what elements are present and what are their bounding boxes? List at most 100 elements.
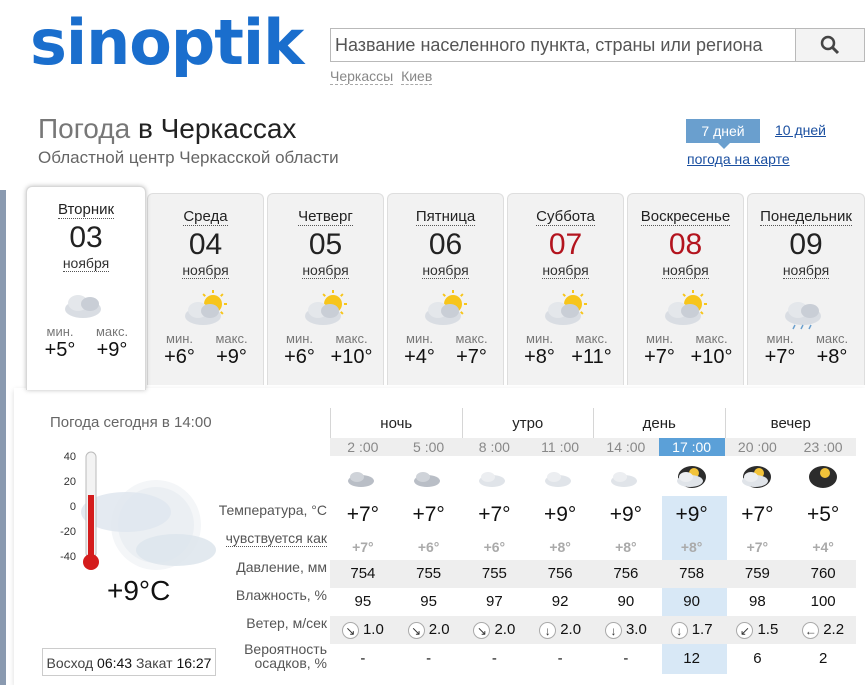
wind-cell: ↓ 3.0 (593, 616, 659, 644)
wind-row: ↘ 1.0 ↘ 2.0 ↘ 2.0 ↓ 2.0 ↓ 3.0 ↓ 1.7 ↙ 1.5 ← 2.2 (330, 616, 856, 644)
wind-direction-icon: ↘ (341, 621, 359, 639)
cloudy-icon (59, 283, 113, 323)
rain-icon (779, 290, 833, 330)
wind-speed: 2.0 (428, 621, 450, 638)
max-temp: макс. +10° (330, 331, 373, 369)
day-number: 03 (69, 221, 103, 254)
day-number: 07 (548, 228, 583, 261)
scale-label: -20 (60, 526, 76, 538)
wind-speed: 1.5 (757, 621, 779, 638)
day-tab-09[interactable]: Понедельник 09 ноября мин. +7° макс. +8° (747, 193, 865, 385)
scale-label: 20 (64, 476, 76, 488)
row-label-temperature: Температура, °С (218, 502, 327, 518)
humidity-cell: 95 (420, 593, 437, 610)
quick-link-cherkasy[interactable]: Черкассы (330, 68, 394, 85)
partly-cloudy-icon (179, 290, 233, 330)
search-button[interactable] (795, 29, 864, 61)
wind-cell: ↘ 2.0 (462, 616, 528, 644)
day-month: ноября (542, 262, 589, 279)
humidity-cell: 97 (486, 593, 503, 610)
day-tab-07[interactable]: Суббота 07 ноября мин. +8° макс. +11° (507, 193, 624, 385)
wind-cell: ↓ 1.7 (659, 616, 725, 644)
min-temp: мин. +4° (404, 331, 435, 369)
pressure-cell: 756 (547, 565, 573, 582)
row-label-feels-like[interactable]: чувствуется как (225, 530, 327, 547)
wind-direction-icon: ↓ (539, 621, 557, 639)
temp-cell: +9° (543, 503, 577, 526)
search-icon (820, 35, 840, 55)
day-month: ноября (662, 262, 709, 279)
day-tab-05[interactable]: Четверг 05 ноября мин. +6° макс. +10° (267, 193, 384, 385)
wind-cell: ↙ 1.5 (725, 616, 791, 644)
hour-cell: 8 :00 (478, 439, 510, 455)
humidity-cell: 90 (683, 593, 700, 610)
overcast-icon (396, 458, 462, 496)
scale-label: 0 (70, 501, 76, 513)
period-label: вечер (724, 408, 857, 438)
day-tab-06[interactable]: Пятница 06 ноября мин. +4° макс. +7° (387, 193, 504, 385)
pressure-cell: 755 (416, 565, 442, 582)
wind-speed: 3.0 (625, 621, 647, 638)
precip-cell: 6 (753, 650, 762, 667)
precip-label-line1: Вероятность (244, 641, 327, 657)
pressure-cell: 760 (810, 565, 836, 582)
precip-cell: 2 (818, 650, 828, 667)
temp-cell: +7° (741, 503, 774, 526)
temp-cell: +7° (478, 503, 511, 526)
feels-cell: +8° (615, 539, 637, 555)
partly-cloudy-icon (659, 290, 713, 330)
tab-7-days[interactable]: 7 дней (686, 119, 760, 149)
day-name: Пятница (415, 208, 476, 226)
tab-10-days[interactable]: 10 дней (775, 122, 826, 138)
day-tab-03[interactable]: Вторник 03 ноября мин. +5° макс. +9° (26, 186, 146, 390)
max-temp: макс. +8° (815, 331, 849, 369)
sunrise-time: 06:43 (97, 655, 133, 671)
page-title: Погода в Черкассах (38, 113, 296, 145)
wind-direction-icon: ↓ (670, 621, 688, 639)
icons-row (330, 458, 856, 496)
current-temperature: +9°C (107, 575, 171, 606)
min-temp: мин. +7° (644, 331, 675, 369)
pressure-cell: 756 (613, 565, 639, 582)
day-number: 09 (789, 228, 823, 261)
pressure-cell: 754 (350, 565, 376, 582)
weather-cloud-sun-image (81, 480, 216, 570)
day-number: 05 (308, 228, 343, 261)
sunrise-sunset: Восход 06:43 Закат 16:27 (42, 648, 216, 676)
day-tab-04[interactable]: Среда 04 ноября мин. +6° макс. +9° (147, 193, 264, 385)
day-number: 04 (188, 228, 223, 261)
cloudy-icon (527, 458, 593, 496)
humidity-cell: 92 (551, 593, 569, 610)
day-tab-08[interactable]: Воскресенье 08 ноября мин. +7° макс. +10° (627, 193, 744, 385)
pressure-cell: 759 (744, 565, 770, 582)
day-number: 06 (428, 228, 463, 261)
search-input[interactable] (331, 29, 795, 61)
feels-cell: +4° (812, 539, 834, 555)
temperature-row: +7° +7° +7° +9° +9° +9° +7° +5° (330, 496, 856, 534)
min-temp: мин. +6° (164, 331, 195, 369)
min-temp: мин. +7° (764, 331, 796, 369)
period-row: ночь утро день вечер (330, 408, 856, 438)
sinoptik-logo[interactable]: sinoptik (30, 8, 304, 78)
hour-cell: 14 :00 (606, 439, 646, 455)
temp-cell: +9° (675, 503, 708, 526)
precip-cell: - (491, 650, 497, 667)
temp-cell: +9° (609, 503, 643, 526)
max-temp: макс. +7° (455, 331, 488, 369)
pressure-cell: 758 (679, 565, 705, 582)
wind-cell: ↘ 2.0 (396, 616, 462, 644)
day-name: Воскресенье (640, 208, 731, 226)
pressure-cell: 755 (481, 565, 507, 582)
pressure-row: 754 755 755 756 756 758 759 760 (330, 560, 856, 588)
day-name: Понедельник (760, 208, 852, 226)
quick-link-kyiv[interactable]: Киев (401, 68, 433, 85)
sunset-label: Закат (135, 655, 173, 671)
precip-cell: - (426, 650, 432, 667)
page-subtitle: Областной центр Черкасской области (38, 148, 339, 167)
wind-cell: ↘ 1.0 (330, 616, 396, 644)
weather-map-link[interactable]: погода на карте (687, 151, 790, 167)
temp-cell: +7° (346, 503, 380, 526)
humidity-cell: 95 (354, 593, 372, 610)
sunrise-label: Восход (46, 655, 94, 671)
wind-direction-icon: ↙ (736, 621, 754, 639)
